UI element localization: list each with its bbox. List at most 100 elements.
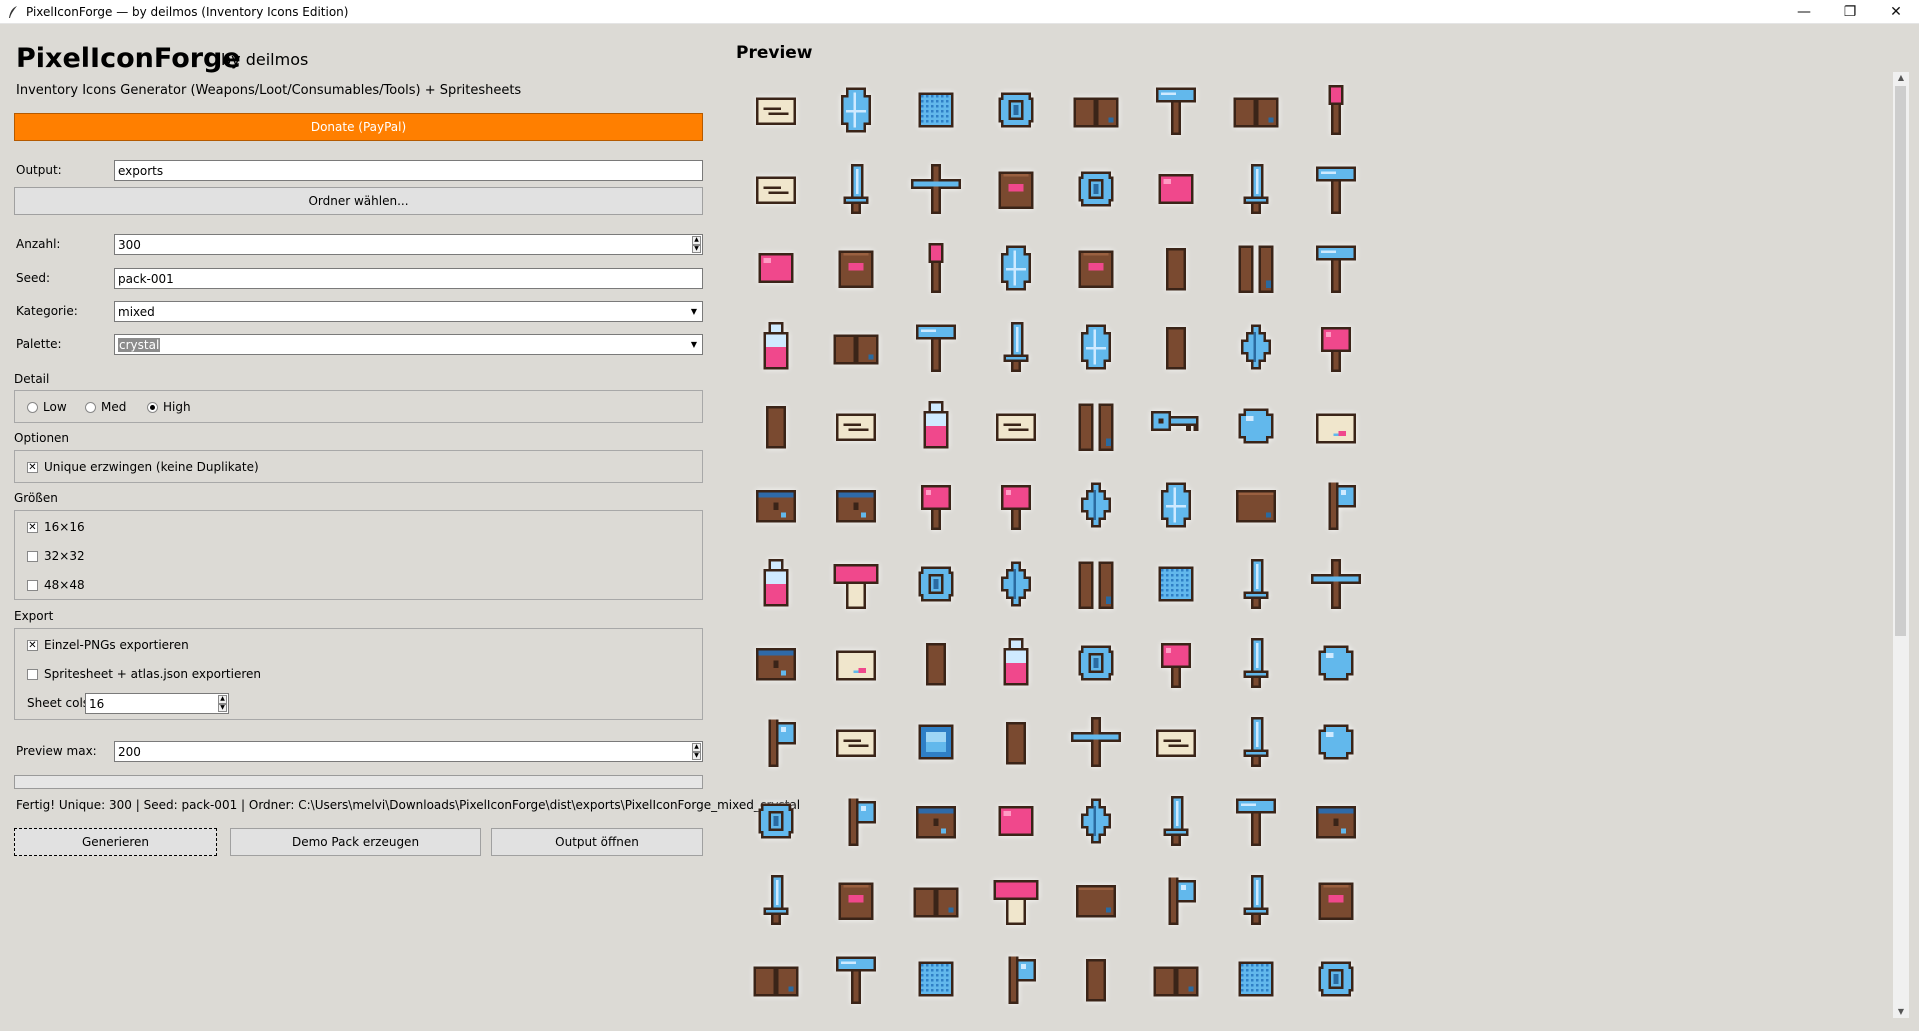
spin-down-icon[interactable]: ▼ bbox=[692, 244, 701, 253]
size-32-checkbox[interactable]: 32×32 bbox=[27, 549, 85, 563]
crystal-icon bbox=[976, 228, 1056, 308]
key-icon bbox=[1136, 386, 1216, 466]
detail-group: Low Med High bbox=[14, 390, 703, 423]
hammer-icon bbox=[816, 939, 896, 1015]
category-value: mixed bbox=[118, 304, 155, 319]
check-icon: ✕ bbox=[27, 639, 38, 651]
close-button[interactable]: ✕ bbox=[1873, 0, 1919, 23]
unique-checkbox[interactable]: ✕ Unique erzwingen (keine Duplikate) bbox=[27, 460, 259, 474]
sizes-label: Größen bbox=[14, 491, 58, 505]
detail-high-radio[interactable]: High bbox=[147, 400, 191, 414]
scroll-icon bbox=[1136, 702, 1216, 782]
crystal-icon bbox=[1136, 465, 1216, 545]
preview-scrollbar[interactable]: ▲ ▼ bbox=[1893, 72, 1909, 1018]
sword-icon bbox=[1216, 623, 1296, 703]
sword-icon bbox=[816, 149, 896, 229]
sheet-cols-spin-arrows[interactable]: ▲ ▼ bbox=[218, 695, 227, 712]
double-plank-icon bbox=[1216, 228, 1296, 308]
preview-grid bbox=[736, 70, 1886, 1015]
diamond-icon bbox=[1056, 465, 1136, 545]
count-label: Anzahl: bbox=[16, 237, 61, 251]
chevron-down-icon[interactable]: ▼ bbox=[687, 336, 701, 353]
size-16-checkbox[interactable]: ✕ 16×16 bbox=[27, 520, 85, 534]
demo-pack-button[interactable]: Demo Pack erzeugen bbox=[230, 828, 481, 856]
orb-icon bbox=[1216, 386, 1296, 466]
detail-med-radio[interactable]: Med bbox=[85, 400, 126, 414]
maximize-button[interactable]: ❐ bbox=[1827, 0, 1873, 23]
diamond-icon bbox=[976, 544, 1056, 624]
orb-icon bbox=[1296, 623, 1376, 703]
gem-icon bbox=[1136, 149, 1216, 229]
scroll-up-icon[interactable]: ▲ bbox=[1893, 72, 1909, 84]
size-48-checkbox[interactable]: 48×48 bbox=[27, 578, 85, 592]
checkbox-empty-icon bbox=[27, 550, 38, 562]
palette-value: crystal bbox=[118, 337, 161, 352]
pouch-icon bbox=[1056, 228, 1136, 308]
hammer-icon bbox=[1136, 70, 1216, 150]
detail-low-radio[interactable]: Low bbox=[27, 400, 67, 414]
mushroom-icon bbox=[816, 544, 896, 624]
flower-icon bbox=[1296, 307, 1376, 387]
seed-input[interactable]: pack-001 bbox=[114, 268, 703, 289]
sword-icon bbox=[736, 860, 816, 940]
axe-icon bbox=[1296, 465, 1376, 545]
palette-select[interactable]: crystal ▼ bbox=[114, 334, 703, 355]
minimize-button[interactable]: — bbox=[1781, 0, 1827, 23]
export-sheet-checkbox[interactable]: Spritesheet + atlas.json exportieren bbox=[27, 667, 261, 681]
open-output-button[interactable]: Output öffnen bbox=[491, 828, 703, 856]
export-png-checkbox[interactable]: ✕ Einzel-PNGs exportieren bbox=[27, 638, 189, 652]
radio-selected-icon bbox=[147, 401, 158, 413]
sword-icon bbox=[1136, 781, 1216, 861]
diamond-icon bbox=[1216, 307, 1296, 387]
cross-icon bbox=[1056, 702, 1136, 782]
hammer-icon bbox=[1216, 781, 1296, 861]
donate-button[interactable]: Donate (PayPal) bbox=[14, 113, 703, 141]
plank-icon bbox=[1056, 939, 1136, 1015]
book-icon bbox=[1136, 939, 1216, 1015]
spin-up-icon[interactable]: ▲ bbox=[692, 236, 701, 245]
scrollbar-thumb[interactable] bbox=[1895, 86, 1906, 636]
sheet-cols-spinbox[interactable]: 16 ▲ ▼ bbox=[85, 693, 229, 714]
book-icon bbox=[736, 939, 816, 1015]
spin-down-icon[interactable]: ▼ bbox=[692, 751, 701, 760]
spin-down-icon[interactable]: ▼ bbox=[218, 703, 227, 712]
scroll-icon bbox=[736, 70, 816, 150]
radio-icon bbox=[85, 401, 96, 413]
book-icon bbox=[1056, 70, 1136, 150]
sheet-cols-value: 16 bbox=[89, 696, 105, 711]
plank-icon bbox=[976, 702, 1056, 782]
scroll-down-icon[interactable]: ▼ bbox=[1893, 1006, 1909, 1018]
count-spinbox[interactable]: 300 ▲ ▼ bbox=[114, 234, 703, 255]
hammer-icon bbox=[1296, 228, 1376, 308]
output-input[interactable]: exports bbox=[114, 160, 703, 181]
choose-folder-button[interactable]: Ordner wählen... bbox=[14, 187, 703, 215]
cross-icon bbox=[1296, 544, 1376, 624]
detail-label: Detail bbox=[14, 372, 50, 386]
crystal-icon bbox=[1056, 307, 1136, 387]
cross-icon bbox=[896, 149, 976, 229]
gem-icon bbox=[736, 228, 816, 308]
count-spin-arrows[interactable]: ▲ ▼ bbox=[692, 236, 701, 253]
coin-icon bbox=[976, 70, 1056, 150]
potion-icon bbox=[896, 386, 976, 466]
preview-max-spinbox[interactable]: 200 ▲ ▼ bbox=[114, 741, 703, 762]
diamond-icon bbox=[1056, 781, 1136, 861]
coin-icon bbox=[1296, 939, 1376, 1015]
progress-bar bbox=[14, 775, 703, 789]
scroll-icon bbox=[976, 386, 1056, 466]
preview-max-spin-arrows[interactable]: ▲ ▼ bbox=[692, 743, 701, 760]
chevron-down-icon[interactable]: ▼ bbox=[687, 303, 701, 320]
orb-icon bbox=[1296, 702, 1376, 782]
hammer-icon bbox=[1296, 149, 1376, 229]
chest-icon bbox=[896, 781, 976, 861]
spin-up-icon[interactable]: ▲ bbox=[692, 743, 701, 752]
generate-button[interactable]: Generieren bbox=[14, 828, 217, 856]
chest-icon bbox=[736, 623, 816, 703]
flower-icon bbox=[896, 465, 976, 545]
chest-icon bbox=[816, 465, 896, 545]
flower-icon bbox=[976, 465, 1056, 545]
output-label: Output: bbox=[16, 163, 62, 177]
category-select[interactable]: mixed ▼ bbox=[114, 301, 703, 322]
options-label: Optionen bbox=[14, 431, 70, 445]
spin-up-icon[interactable]: ▲ bbox=[218, 695, 227, 704]
